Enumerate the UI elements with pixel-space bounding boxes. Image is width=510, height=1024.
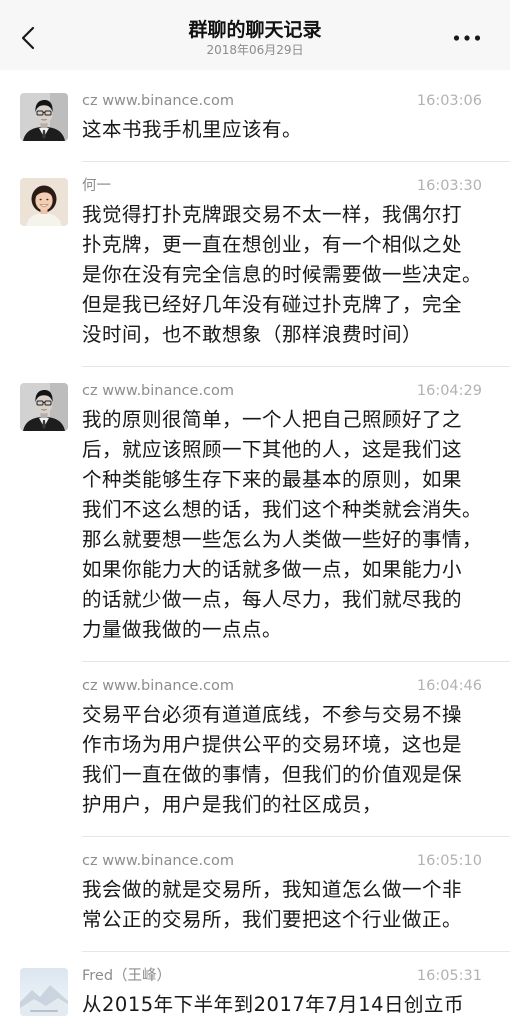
message-time: 16:03:30 <box>416 178 482 194</box>
message-text-line: 这本书我手机里应该有。 <box>82 118 303 141</box>
sender-name: cz www.binance.com <box>82 678 235 694</box>
message-header: 何一 16:03:30 <box>82 176 482 196</box>
message-text-line: 我的原则很简单，一个人把自己照顾好了之 <box>82 408 463 431</box>
avatar-cz-photo[interactable] <box>20 93 68 141</box>
message-text: 我的原则很简单，一个人把自己照顾好了之 后，就应该照顾一下其他的人，这是我们这 … <box>82 405 484 645</box>
message-text-line: 我们一直在做的事情，但我们的价值观是保 <box>82 763 463 786</box>
message-text-line: 交易平台必须有道道底线，不参与交易不操 <box>82 703 463 726</box>
chat-record-list[interactable]: cz www.binance.com 16:03:06 这本书我手机里应该有。 <box>0 70 510 1024</box>
message-text-line: 常公正的交易所，我们要把这个行业做正。 <box>82 908 463 931</box>
top-bar: 群聊的聊天记录 2018年06月29日 <box>0 0 510 70</box>
message-text: 我觉得打扑克牌跟交易不太一样，我偶尔打 扑克牌，更一直在想创业，有一个相似之处 … <box>82 200 484 350</box>
avatar-cz-photo[interactable] <box>20 383 68 431</box>
page-title: 群聊的聊天记录 <box>188 19 322 41</box>
message-header: cz www.binance.com 16:03:06 <box>82 91 482 111</box>
message-text: 我会做的就是交易所，我知道怎么做一个非 常公正的交易所，我们要把这个行业做正。 <box>82 875 484 935</box>
back-button[interactable] <box>20 26 36 50</box>
message-text-line: 作市场为用户提供公平的交易环境，这也是 <box>82 733 463 756</box>
chat-message[interactable]: cz www.binance.com 16:03:06 这本书我手机里应该有。 <box>0 77 510 161</box>
avatar-fred-photo[interactable] <box>20 968 68 1016</box>
chat-message[interactable]: cz www.binance.com 16:04:29 我的原则很简单，一个人把… <box>0 367 510 661</box>
chat-message[interactable]: cz www.binance.com 16:04:46 交易平台必须有道道底线，… <box>0 662 510 836</box>
message-time: 16:03:06 <box>416 93 482 109</box>
message-text-line: 但是我已经好几年没有碰过扑克牌了，完全 <box>82 293 463 316</box>
message-text-line: 的话就少做一点，每人尽力，我们就尽我的 <box>82 588 463 611</box>
message-text-line: 护用户，用户是我们的社区成员， <box>82 793 383 816</box>
message-text-line: 我觉得打扑克牌跟交易不太一样，我偶尔打 <box>82 203 463 226</box>
message-time: 16:04:46 <box>416 678 482 694</box>
message-header: cz www.binance.com 16:04:29 <box>82 381 482 401</box>
message-text-line: 力量做我做的一点点。 <box>82 618 283 641</box>
message-time: 16:04:29 <box>416 383 482 399</box>
avatar-he-yi-photo[interactable] <box>20 178 68 226</box>
message-text-line: 是你在没有完全信息的时候需要做一些决定。 <box>82 263 483 286</box>
message-text-line: 没时间，也不敢想象（那样浪费时间） <box>82 323 423 346</box>
sender-name: cz www.binance.com <box>82 383 235 399</box>
message-text-line: 扑克牌，更一直在想创业，有一个相似之处 <box>82 233 463 256</box>
message-text-line: 那么就要想一些怎么为人类做一些好的事情， <box>82 528 483 551</box>
sender-name: 何一 <box>82 178 111 194</box>
message-text-line: 我会做的就是交易所，我知道怎么做一个非 <box>82 878 463 901</box>
more-dots-icon <box>453 34 481 42</box>
message-text-line: 如果你能力大的话就多做一点，如果能力小 <box>82 558 463 581</box>
sender-name: Fred（王峰） <box>82 968 172 984</box>
message-text-line: 我们不这么想的话，我们这个种类就会消失。 <box>82 498 483 521</box>
message-text: 从2015年下半年到2017年7月14日创立币 <box>82 990 484 1020</box>
back-chevron-icon <box>20 26 36 50</box>
sender-name: cz www.binance.com <box>82 93 235 109</box>
message-text: 这本书我手机里应该有。 <box>82 115 484 145</box>
message-text-line: 从2015年下半年到2017年7月14日创立币 <box>82 993 464 1016</box>
more-button[interactable] <box>453 34 481 42</box>
chat-message[interactable]: cz www.binance.com 16:05:10 我会做的就是交易所，我知… <box>0 837 510 951</box>
message-text-line: 个种类能够生存下来的最基本的原则，如果 <box>82 468 463 491</box>
message-time: 16:05:10 <box>416 853 482 869</box>
message-header: cz www.binance.com 16:04:46 <box>82 676 482 696</box>
chat-message[interactable]: 何一 16:03:30 我觉得打扑克牌跟交易不太一样，我偶尔打 扑克牌，更一直在… <box>0 162 510 366</box>
chat-date: 2018年06月29日 <box>206 43 304 57</box>
message-time: 16:05:31 <box>416 968 482 984</box>
message-header: Fred（王峰） 16:05:31 <box>82 966 482 986</box>
sender-name: cz www.binance.com <box>82 853 235 869</box>
message-text-line: 后，就应该照顾一下其他的人，这是我们这 <box>82 438 463 461</box>
message-text: 交易平台必须有道道底线，不参与交易不操 作市场为用户提供公平的交易环境，这也是 … <box>82 700 484 820</box>
chat-history-screen: 群聊的聊天记录 2018年06月29日 cz www.binance.com 1… <box>0 0 510 1024</box>
message-header: cz www.binance.com 16:05:10 <box>82 851 482 871</box>
chat-message[interactable]: Fred（王峰） 16:05:31 从2015年下半年到2017年7月14日创立… <box>0 952 510 1024</box>
